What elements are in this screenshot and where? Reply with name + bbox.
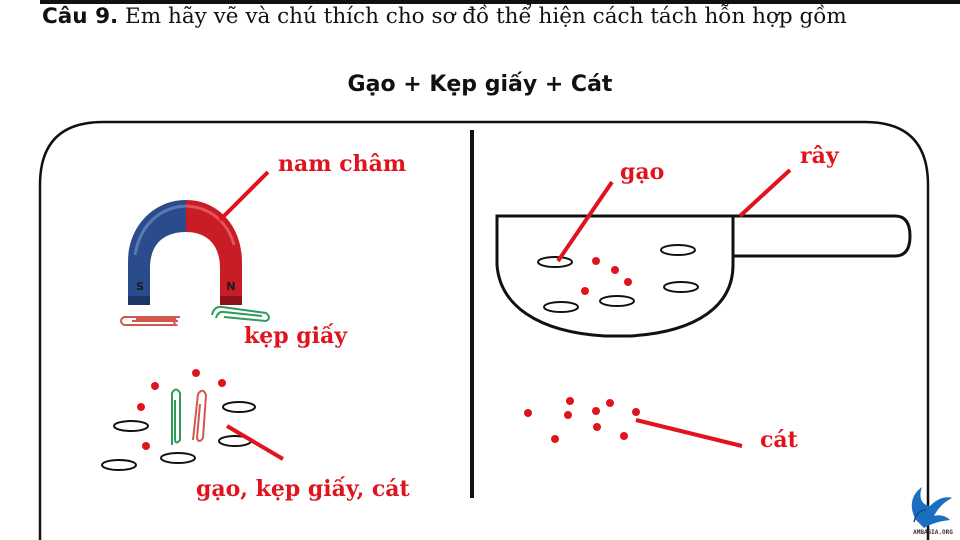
mixture-clips: [171, 388, 208, 445]
label-magnet: nam châm: [278, 151, 406, 177]
sieve-icon: [495, 214, 912, 338]
logo-text: AMBASIA.ORG: [913, 529, 953, 536]
label-sand: cát: [760, 427, 799, 453]
label-rice: gạo: [620, 159, 664, 185]
magnet-pointer: [218, 170, 270, 222]
diagram-frame: [38, 120, 930, 540]
rice-pointer: [556, 180, 614, 263]
label-clips: kẹp giấy: [244, 323, 348, 349]
sieve-pointer: [738, 168, 792, 218]
sand-pointer: [635, 418, 743, 448]
label-sieve: rây: [800, 143, 840, 169]
separated-sand: [524, 397, 640, 443]
mixture-grains: [101, 401, 256, 471]
mixture-pointer: [225, 424, 285, 461]
eagle-logo-icon: [911, 487, 952, 528]
magnet-pole-south: S: [136, 280, 144, 293]
mixture-sand: [137, 369, 226, 450]
separation-diagram: S N nam châm kẹp giấy gạo, kẹp giấy, cát: [38, 120, 953, 540]
sieve-sand: [581, 257, 632, 295]
magnet-pole-north: N: [226, 280, 235, 293]
label-mixture: gạo, kẹp giấy, cát: [196, 476, 411, 502]
